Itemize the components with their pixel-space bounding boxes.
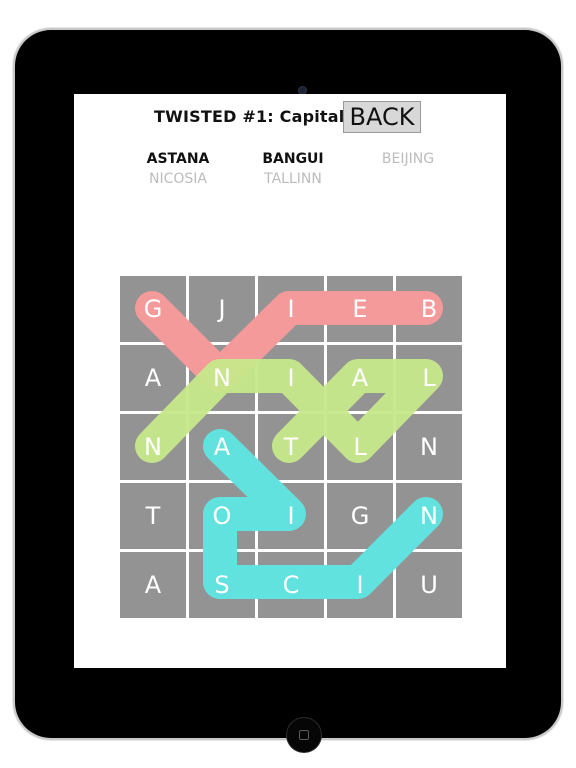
grid-letter: S bbox=[214, 571, 230, 599]
grid-letter: U bbox=[420, 571, 438, 599]
grid-cell[interactable]: N bbox=[396, 483, 462, 549]
grid-cell[interactable]: A bbox=[189, 414, 255, 480]
grid-cell[interactable]: J bbox=[189, 276, 255, 342]
grid-letter: N bbox=[144, 433, 162, 461]
grid-cell[interactable]: A bbox=[120, 345, 186, 411]
grid-letter: O bbox=[212, 502, 232, 530]
grid-cell[interactable]: I bbox=[327, 552, 393, 618]
back-button[interactable]: BACK bbox=[343, 101, 421, 133]
grid-cell[interactable]: N bbox=[120, 414, 186, 480]
grid-cell[interactable]: L bbox=[396, 345, 462, 411]
grid-letter: B bbox=[420, 295, 438, 323]
word-tallinn: TALLINN bbox=[264, 171, 322, 187]
grid-cell[interactable]: A bbox=[327, 345, 393, 411]
game-screen: TWISTED #1: Capitals BACK ASTANA BANGUI … bbox=[74, 94, 506, 668]
grid-cell[interactable]: N bbox=[189, 345, 255, 411]
puzzle-title: TWISTED #1: Capitals bbox=[154, 107, 355, 126]
grid-cell[interactable]: N bbox=[396, 414, 462, 480]
grid-letter: N bbox=[213, 364, 231, 392]
grid-letter: L bbox=[422, 364, 436, 392]
grid-cell[interactable]: U bbox=[396, 552, 462, 618]
grid-letter: T bbox=[145, 502, 161, 530]
grid-cell[interactable]: I bbox=[258, 345, 324, 411]
grid-cell[interactable]: T bbox=[120, 483, 186, 549]
grid-cell[interactable]: S bbox=[189, 552, 255, 618]
grid-letter: I bbox=[356, 571, 364, 599]
grid-letter: I bbox=[287, 364, 295, 392]
grid-letter: I bbox=[287, 295, 295, 323]
grid-cell[interactable]: I bbox=[258, 276, 324, 342]
grid-letter: N bbox=[420, 433, 438, 461]
grid-letter: A bbox=[213, 433, 231, 461]
grid-letter: J bbox=[218, 295, 226, 323]
word-nicosia: NICOSIA bbox=[149, 171, 207, 187]
grid-cell[interactable]: A bbox=[120, 552, 186, 618]
grid-letter: A bbox=[351, 364, 369, 392]
grid-letter: C bbox=[282, 571, 300, 599]
word-beijing: BEIJING bbox=[381, 151, 435, 167]
grid-letter: L bbox=[353, 433, 367, 461]
grid-cell[interactable]: L bbox=[327, 414, 393, 480]
grid-cell[interactable]: G bbox=[120, 276, 186, 342]
grid-cell[interactable]: T bbox=[258, 414, 324, 480]
word-astana: ASTANA bbox=[146, 151, 210, 167]
grid-cell[interactable]: E bbox=[327, 276, 393, 342]
grid-letter: G bbox=[350, 502, 370, 530]
grid-cell[interactable]: I bbox=[258, 483, 324, 549]
grid-cell[interactable]: G bbox=[327, 483, 393, 549]
grid-cell[interactable]: C bbox=[258, 552, 324, 618]
grid-letter: A bbox=[144, 364, 162, 392]
grid-letter: E bbox=[352, 295, 368, 323]
home-button[interactable] bbox=[287, 718, 321, 752]
letter-grid[interactable]: G J I E B A N I A L N A T L N T O I G N … bbox=[120, 276, 462, 618]
grid-letter: T bbox=[283, 433, 299, 461]
grid-letter: G bbox=[143, 295, 163, 323]
word-bangui: BANGUI bbox=[262, 151, 324, 167]
grid-cell[interactable]: B bbox=[396, 276, 462, 342]
grid-cell[interactable]: O bbox=[189, 483, 255, 549]
grid-letter: I bbox=[287, 502, 295, 530]
grid-letter: A bbox=[144, 571, 162, 599]
home-square-icon bbox=[299, 730, 309, 740]
grid-letter: N bbox=[420, 502, 438, 530]
